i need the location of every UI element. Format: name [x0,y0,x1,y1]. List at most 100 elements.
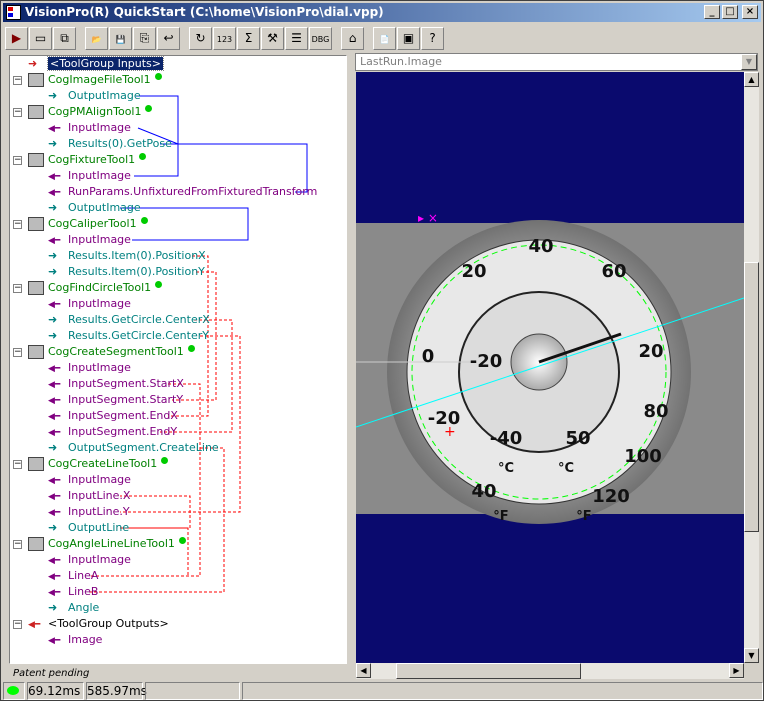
tree-tool-node[interactable]: CogFixtureTool1 [28,152,147,168]
run-button[interactable]: ▶ [5,27,28,50]
last-run-time: 69.12ms [27,682,84,700]
dial-scale-label: °F [493,509,508,524]
tree-output-terminal[interactable]: ➜ Angle [48,600,99,616]
tree-input-terminal[interactable]: ◀━ InputSegment.StartX [48,376,184,392]
tool-tree[interactable]: ➜ <ToolGroup Inputs> − CogImageFileTool1 ➜ Ou… [9,55,347,664]
presentation-button[interactable]: ▣ [397,27,420,50]
dial-scale-label: 60 [601,261,626,282]
collapse-toggle[interactable]: − [13,108,22,117]
input-arrow-icon: ◀━ [28,620,41,630]
tree-output-terminal[interactable]: ➜ OutputImage [48,88,141,104]
scroll-down-button[interactable]: ▼ [744,648,759,663]
collapse-toggle[interactable]: − [13,348,22,357]
image-display-button[interactable]: ▭ [29,27,52,50]
horizontal-scrollbar[interactable]: ◀ ▶ [356,663,744,679]
collapse-toggle[interactable]: − [13,284,22,293]
tool-icon [28,537,44,551]
image-selector-dropdown[interactable]: LastRun.Image ▼ [355,53,758,71]
horizontal-scroll-thumb[interactable] [396,663,581,679]
tree-input-terminal[interactable]: ◀━ InputLine.Y [48,504,130,520]
tree-input-terminal[interactable]: ◀━ Image [48,632,102,648]
input-arrow-icon: ◀━ [48,492,61,502]
tree-input-terminal[interactable]: ◀━ LineA [48,568,98,584]
tree-node-label: CogCreateSegmentTool1 [48,345,184,358]
minimize-button[interactable]: _ [704,5,720,19]
show-edit-button[interactable]: ⧉ [53,27,76,50]
tree-output-terminal[interactable]: ➜ Results.Item(0).PositionX [48,248,206,264]
tree-group-node[interactable]: ◀━ <ToolGroup Outputs> [28,616,169,632]
save-as-button[interactable]: ⎘ [133,27,156,50]
tree-input-terminal[interactable]: ◀━ InputImage [48,232,131,248]
tree-input-terminal[interactable]: ◀━ LineB [48,584,98,600]
tree-input-terminal[interactable]: ◀━ InputSegment.EndX [48,408,178,424]
image-display[interactable]: 40 60 20 0 -20 -20 -40 20 50 80 100 120 40 °C °C °F °F ▸… [356,72,744,663]
script-button[interactable]: 📄 [373,27,396,50]
tree-tool-node[interactable]: CogImageFileTool1 [28,72,162,88]
patent-notice: Patent pending [13,668,90,679]
scroll-up-button[interactable]: ▲ [744,72,759,87]
scroll-right-button[interactable]: ▶ [729,663,744,678]
tree-output-terminal[interactable]: ➜ OutputLine [48,520,129,536]
tree-input-terminal[interactable]: ◀━ InputLine.X [48,488,130,504]
tree-output-terminal[interactable]: ➜ Results.Item(0).PositionY [48,264,205,280]
vertical-scroll-thumb[interactable] [744,262,759,532]
tree-input-terminal[interactable]: ◀━ InputImage [48,168,131,184]
calibrate-button[interactable]: ⌂ [341,27,364,50]
close-button[interactable]: × [742,5,758,19]
toolbar: ▶ ▭ ⧉ 📂 💾 ⎘ ↩ ↻ 123 Σ ⚒ ☰ DBG ⌂ 📄 ▣? [5,27,445,53]
results-button[interactable]: ☰ [285,27,308,50]
tree-input-terminal[interactable]: ◀━ InputImage [48,360,131,376]
vertical-scrollbar[interactable]: ▲ ▼ [744,72,759,663]
tree-node-label: Results.Item(0).PositionY [68,265,205,278]
tree-input-terminal[interactable]: ◀━ InputSegment.StartY [48,392,183,408]
tree-input-terminal[interactable]: ◀━ RunParams.UnfixturedFromFixturedTransf… [48,184,317,200]
tree-group-node[interactable]: ➜ <ToolGroup Inputs> [28,56,164,72]
tree-tool-node[interactable]: CogAngleLineLineTool1 [28,536,186,552]
collapse-toggle[interactable]: − [13,76,22,85]
tree-node-label: InputImage [68,297,131,310]
tree-output-terminal[interactable]: ➜ OutputImage [48,200,141,216]
tree-tool-node[interactable]: CogPMAlignTool1 [28,104,153,120]
tree-output-terminal[interactable]: ➜ OutputSegment.CreateLine [48,440,219,456]
collapse-toggle[interactable]: − [13,460,22,469]
tree-node-label: InputSegment.EndX [68,409,178,422]
tree-input-terminal[interactable]: ◀━ InputSegment.EndY [48,424,177,440]
tree-node-label: InputImage [68,361,131,374]
tree-tool-node[interactable]: CogCreateSegmentTool1 [28,344,195,360]
help-button[interactable]: ? [421,27,444,50]
tree-node-label: CogCaliperTool1 [48,217,137,230]
tree-output-terminal[interactable]: ➜ Results.GetCircle.CenterY [48,328,209,344]
tree-input-terminal[interactable]: ◀━ InputImage [48,296,131,312]
dial-scale-label: -40 [490,428,523,449]
save-button[interactable]: 💾 [109,27,132,50]
terminal-button[interactable]: 123 [213,27,236,50]
scroll-left-button[interactable]: ◀ [356,663,371,678]
tree-tool-node[interactable]: CogCreateLineTool1 [28,456,169,472]
reset-button[interactable]: ↻ [189,27,212,50]
dial-scale-label: 0 [422,346,435,367]
tree-tool-node[interactable]: CogCaliperTool1 [28,216,148,232]
tree-input-terminal[interactable]: ◀━ InputImage [48,120,131,136]
tree-input-terminal[interactable]: ◀━ InputImage [48,472,131,488]
tree-output-terminal[interactable]: ➜ Results.GetCircle.CenterX [48,312,210,328]
status-dot-icon [139,153,147,160]
open-folder-button[interactable]: 📂 [85,27,108,50]
script-icon: 📄 [379,35,390,44]
tree-input-terminal[interactable]: ◀━ InputImage [48,552,131,568]
tools-button[interactable]: ⚒ [261,27,284,50]
tree-output-terminal[interactable]: ➜ Results(0).GetPose [48,136,172,152]
input-arrow-icon: ◀━ [48,364,61,374]
debug-button[interactable]: DBG [309,27,332,50]
tree-tool-node[interactable]: CogFindCircleTool1 [28,280,163,296]
collapse-toggle[interactable]: − [13,156,22,165]
variables-button[interactable]: Σ [237,27,260,50]
maximize-button[interactable]: □ [722,5,738,19]
app-icon [6,5,21,20]
tree-node-label: CogFindCircleTool1 [48,281,152,294]
collapse-toggle[interactable]: − [13,220,22,229]
chevron-down-icon[interactable]: ▼ [741,54,757,70]
import-button[interactable]: ↩ [157,27,180,50]
collapse-toggle[interactable]: − [13,620,22,629]
input-arrow-icon: ➜ [28,57,38,70]
collapse-toggle[interactable]: − [13,540,22,549]
